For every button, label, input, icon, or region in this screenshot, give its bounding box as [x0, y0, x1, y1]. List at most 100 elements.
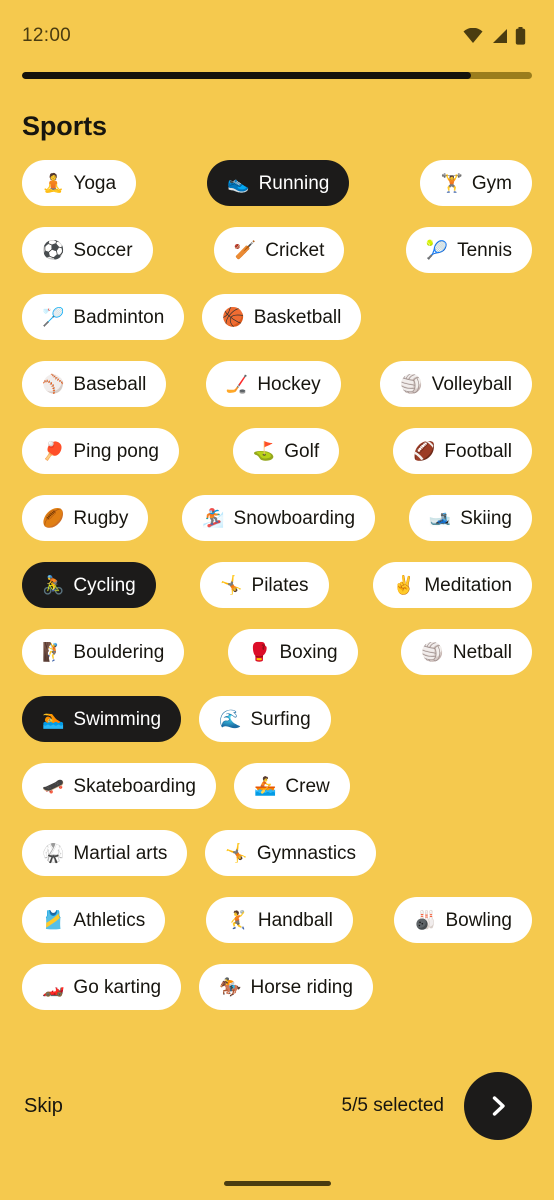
- sport-chip-label: Baseball: [73, 373, 147, 395]
- sport-chip-baseball[interactable]: ⚾ Baseball: [22, 361, 167, 407]
- sport-chip-running[interactable]: 👟 Running: [207, 160, 350, 206]
- onboarding-progress: [0, 72, 554, 79]
- skip-button[interactable]: Skip: [22, 1089, 65, 1124]
- sport-emoji-icon: 🚴: [42, 575, 65, 595]
- sport-chip-label: Bouldering: [73, 641, 165, 663]
- battery-icon: [515, 27, 526, 45]
- chip-row: 🏓 Ping pong ⛳ Golf 🏈 Football: [22, 428, 532, 474]
- sport-chip-label: Yoga: [73, 172, 117, 194]
- sport-chip-label: Golf: [284, 440, 320, 462]
- sport-chip-crew[interactable]: 🚣 Crew: [233, 763, 350, 809]
- sport-chip-pilates[interactable]: 🤸 Pilates: [200, 562, 329, 608]
- sport-emoji-icon: 🤸: [220, 575, 243, 595]
- sport-emoji-icon: ✌️: [392, 575, 416, 595]
- sport-chip-badminton[interactable]: 🏸 Badminton: [22, 294, 185, 340]
- sport-emoji-icon: 🏈: [412, 441, 436, 461]
- sport-chip-bowling[interactable]: 🎳 Bowling: [394, 897, 532, 943]
- sport-chip-label: Crew: [285, 775, 330, 797]
- sport-chip-volleyball[interactable]: 🏐 Volleyball: [380, 361, 532, 407]
- sport-chip-label: Tennis: [457, 239, 512, 261]
- sport-chip-horse-riding[interactable]: 🏇 Horse riding: [199, 964, 373, 1010]
- sport-emoji-icon: 🏐: [421, 642, 444, 662]
- sport-chip-golf[interactable]: ⛳ Golf: [232, 428, 340, 474]
- sport-chip-label: Surfing: [250, 708, 311, 730]
- sport-chip-meditation[interactable]: ✌️ Meditation: [372, 562, 532, 608]
- sport-chip-surfing[interactable]: 🌊 Surfing: [199, 696, 331, 742]
- sport-chip-label: Running: [258, 172, 330, 194]
- footer-bar: Skip 5/5 selected: [0, 1046, 554, 1166]
- chip-row: 🧘 Yoga 👟 Running 🏋️ Gym: [22, 160, 532, 206]
- sport-chip-swimming[interactable]: 🏊 Swimming: [22, 696, 182, 742]
- sport-chip-label: Cricket: [265, 239, 325, 261]
- next-button[interactable]: [464, 1072, 532, 1140]
- sport-emoji-icon: 🏂: [202, 508, 225, 528]
- home-indicator[interactable]: [223, 1180, 331, 1186]
- sport-chip-label: Soccer: [73, 239, 133, 261]
- sport-chip-label: Badminton: [73, 306, 165, 328]
- sport-chip-label: Hockey: [257, 373, 321, 395]
- sport-chip-basketball[interactable]: 🏀 Basketball: [202, 294, 362, 340]
- sport-emoji-icon: 🏉: [42, 508, 65, 528]
- sport-chip-go-karting[interactable]: 🏎️ Go karting: [22, 964, 182, 1010]
- sport-emoji-icon: 🏋️: [440, 173, 463, 193]
- sport-chip-label: Netball: [452, 641, 512, 663]
- sport-chip-yoga[interactable]: 🧘 Yoga: [22, 160, 137, 206]
- sport-chip-ping-pong[interactable]: 🏓 Ping pong: [22, 428, 179, 474]
- sport-chip-cycling[interactable]: 🚴 Cycling: [22, 562, 156, 608]
- chip-row: ⚽ Soccer 🏏 Cricket 🎾 Tennis: [22, 227, 532, 273]
- sport-emoji-icon: 🏐: [400, 374, 423, 394]
- sport-chip-label: Pilates: [251, 574, 309, 596]
- sports-selection-screen: 12:00 Sports 🧘 Yoga 👟 Running 🏋️ Gym ⚽ Soccer 🏏 C…: [0, 0, 554, 1200]
- chip-row: 🧗 Bouldering 🥊 Boxing 🏐 Netball: [22, 629, 532, 675]
- sport-emoji-icon: 🥋: [42, 843, 65, 863]
- status-bar-clock: 12:00: [22, 25, 72, 46]
- sport-emoji-icon: 🧗: [42, 642, 65, 662]
- sport-chip-gymnastics[interactable]: 🤸 Gymnastics: [205, 830, 377, 876]
- sport-chip-label: Athletics: [73, 909, 146, 931]
- sport-chip-gym[interactable]: 🏋️ Gym: [420, 160, 532, 206]
- sport-chip-cricket[interactable]: 🏏 Cricket: [213, 227, 345, 273]
- chevron-right-icon: [485, 1093, 511, 1119]
- sport-emoji-icon: ⛳: [252, 441, 276, 461]
- sport-emoji-icon: 🏒: [225, 374, 249, 394]
- sport-chip-label: Ping pong: [73, 440, 159, 462]
- sport-emoji-icon: ⚾: [42, 374, 65, 394]
- progress-track: [22, 72, 532, 79]
- sport-chip-handball[interactable]: 🤾 Handball: [206, 897, 353, 943]
- status-bar: 12:00: [0, 0, 554, 72]
- sport-emoji-icon: 🎽: [42, 910, 65, 930]
- chip-row: 🏉 Rugby 🏂 Snowboarding 🎿 Skiing: [22, 495, 532, 541]
- sport-chip-label: Gymnastics: [256, 842, 357, 864]
- sport-chip-label: Handball: [257, 909, 333, 931]
- sport-chip-bouldering[interactable]: 🧗 Bouldering: [22, 629, 185, 675]
- sport-chip-label: Swimming: [73, 708, 162, 730]
- sport-chip-soccer[interactable]: ⚽ Soccer: [22, 227, 153, 273]
- sport-chip-hockey[interactable]: 🏒 Hockey: [205, 361, 341, 407]
- sport-chip-tennis[interactable]: 🎾 Tennis: [405, 227, 532, 273]
- sport-chip-football[interactable]: 🏈 Football: [392, 428, 532, 474]
- sport-chip-boxing[interactable]: 🥊 Boxing: [228, 629, 358, 675]
- chip-row: ⚾ Baseball 🏒 Hockey 🏐 Volleyball: [22, 361, 532, 407]
- sport-emoji-icon: 🚣: [253, 776, 277, 796]
- sport-chip-label: Volleyball: [431, 373, 512, 395]
- sport-chip-snowboarding[interactable]: 🏂 Snowboarding: [182, 495, 376, 541]
- sport-chip-martial-arts[interactable]: 🥋 Martial arts: [22, 830, 188, 876]
- sports-chip-grid: 🧘 Yoga 👟 Running 🏋️ Gym ⚽ Soccer 🏏 Cricket 🎾 Tennis…: [0, 142, 554, 1046]
- sport-chip-label: Rugby: [73, 507, 129, 529]
- sport-chip-label: Horse riding: [250, 976, 353, 998]
- wifi-icon: [463, 28, 483, 44]
- sport-chip-netball[interactable]: 🏐 Netball: [401, 629, 532, 675]
- sport-chip-skiing[interactable]: 🎿 Skiing: [408, 495, 532, 541]
- chip-row: 🛹 Skateboarding 🚣 Crew: [22, 763, 532, 809]
- sport-chip-label: Cycling: [73, 574, 136, 596]
- sport-chip-label: Meditation: [424, 574, 512, 596]
- sport-chip-skateboarding[interactable]: 🛹 Skateboarding: [22, 763, 216, 809]
- sport-chip-rugby[interactable]: 🏉 Rugby: [22, 495, 149, 541]
- sport-emoji-icon: 🥊: [248, 642, 271, 662]
- sport-chip-label: Boxing: [279, 641, 338, 663]
- sport-chip-athletics[interactable]: 🎽 Athletics: [22, 897, 166, 943]
- sport-emoji-icon: 🎾: [425, 240, 449, 260]
- selected-count-label: 5/5 selected: [341, 1095, 444, 1116]
- chip-row: 🚴 Cycling 🤸 Pilates ✌️ Meditation: [22, 562, 532, 608]
- status-bar-icons: [463, 27, 526, 45]
